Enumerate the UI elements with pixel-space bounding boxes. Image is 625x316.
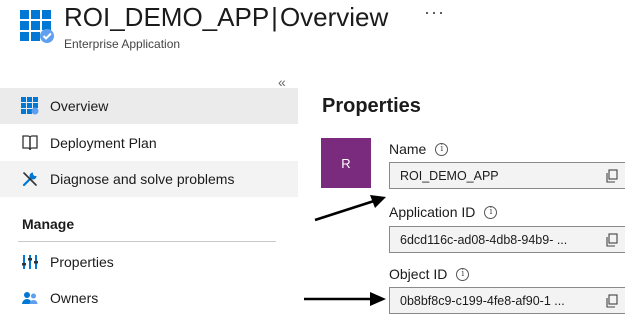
name-value: ROI_DEMO_APP bbox=[400, 168, 499, 183]
sidebar-item-owners[interactable]: Owners bbox=[0, 280, 298, 316]
title-separator: | bbox=[271, 2, 278, 32]
application-id-value: 6dcd116c-ad08-4db8-94b9- ... bbox=[400, 232, 568, 247]
sidebar-item-diagnose[interactable]: Diagnose and solve problems bbox=[0, 161, 298, 197]
annotation-arrow-object-id bbox=[304, 292, 386, 306]
app-avatar: R bbox=[321, 138, 371, 188]
overview-grid-icon bbox=[21, 97, 39, 115]
info-icon[interactable]: i bbox=[484, 205, 498, 219]
manage-section-header: Manage bbox=[22, 216, 75, 232]
enterprise-app-grid-icon bbox=[20, 10, 54, 43]
properties-heading: Properties bbox=[322, 95, 421, 117]
sidebar-item-deployment-plan[interactable]: Deployment Plan bbox=[0, 125, 298, 161]
page-subtitle: Enterprise Application bbox=[64, 37, 181, 51]
sidebar-item-properties[interactable]: Properties bbox=[0, 244, 298, 280]
copy-icon[interactable] bbox=[605, 169, 619, 183]
owners-people-icon bbox=[22, 292, 38, 304]
sidebar-item-label: Overview bbox=[50, 98, 109, 114]
application-id-field[interactable]: 6dcd116c-ad08-4db8-94b9- ... bbox=[389, 226, 625, 253]
name-label: Name i bbox=[389, 141, 449, 157]
wrench-icon bbox=[22, 172, 37, 187]
sidebar-item-label: Diagnose and solve problems bbox=[50, 171, 235, 187]
sidebar-item-overview[interactable]: Overview bbox=[0, 88, 298, 124]
sidebar-item-label: Owners bbox=[50, 290, 99, 306]
section-divider bbox=[18, 241, 276, 242]
page-name: Overview bbox=[279, 2, 389, 32]
sidebar-item-label: Properties bbox=[50, 254, 114, 270]
page-header: ROI_DEMO_APP|Overview ··· Enterprise App… bbox=[0, 0, 625, 60]
info-icon[interactable]: i bbox=[435, 142, 449, 156]
annotation-arrow-application-id bbox=[314, 195, 386, 222]
info-icon[interactable]: i bbox=[456, 267, 470, 281]
name-field[interactable]: ROI_DEMO_APP bbox=[389, 162, 625, 189]
object-id-label: Object ID i bbox=[389, 266, 470, 282]
book-icon bbox=[22, 135, 38, 151]
sidebar-item-label: Deployment Plan bbox=[50, 135, 157, 151]
object-id-field[interactable]: 0b8bf8c9-c199-4fe8-af90-1 ... bbox=[389, 287, 625, 314]
more-options-button[interactable]: ··· bbox=[424, 2, 445, 23]
page-title: ROI_DEMO_APP|Overview bbox=[64, 2, 388, 32]
copy-icon[interactable] bbox=[605, 294, 619, 308]
properties-sliders-icon bbox=[22, 255, 38, 269]
application-id-label: Application ID i bbox=[389, 204, 498, 220]
object-id-value: 0b8bf8c9-c199-4fe8-af90-1 ... bbox=[400, 293, 565, 308]
app-name: ROI_DEMO_APP bbox=[64, 2, 270, 32]
copy-icon[interactable] bbox=[605, 233, 619, 247]
